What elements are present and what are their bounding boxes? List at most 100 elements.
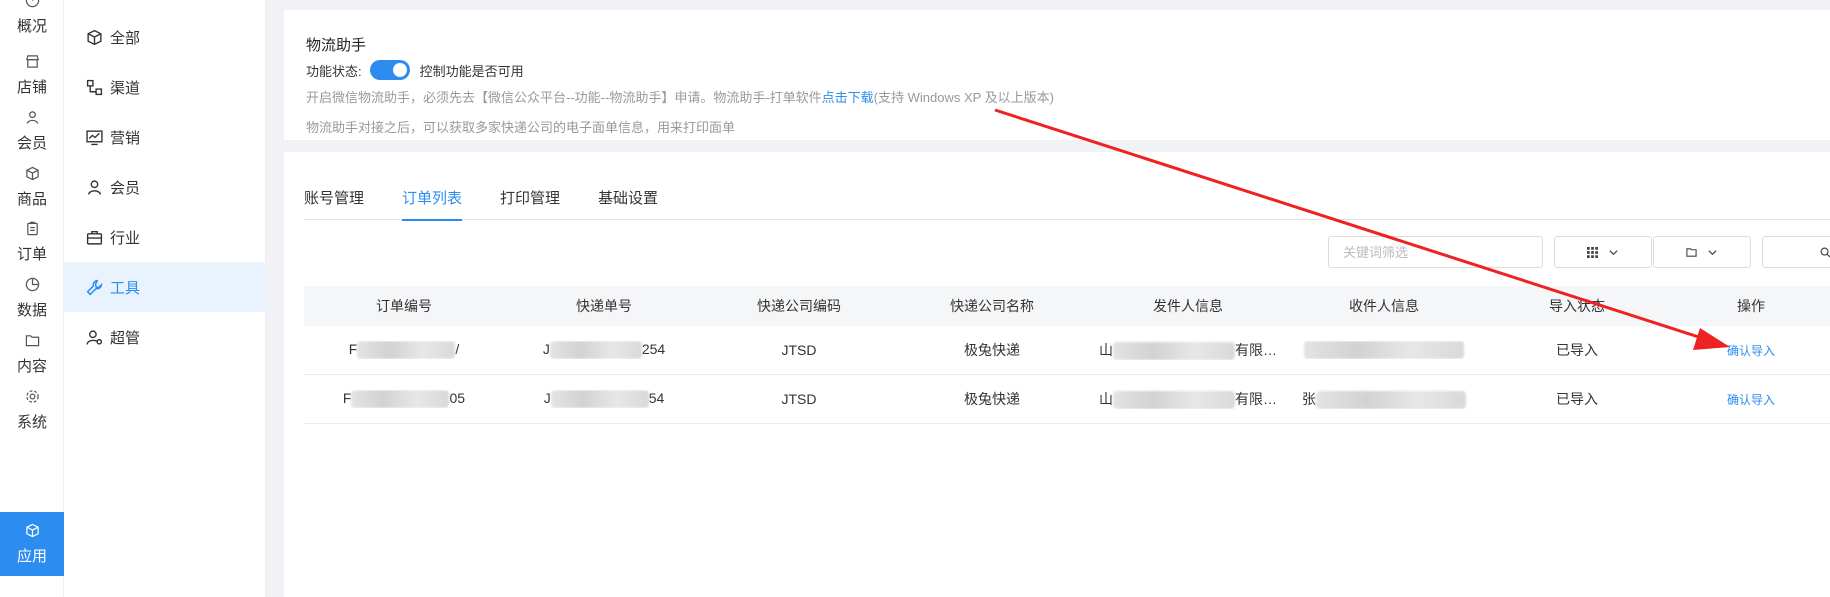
nav-item-label: 数据 <box>16 301 47 319</box>
helper-description: 开启微信物流助手，必须先去【微信公众平台--功能--物流助手】申请。物流助手-打… <box>306 87 1054 106</box>
keyword-filter-input[interactable] <box>1328 236 1543 268</box>
redacted-blur <box>351 390 450 409</box>
order-number-cell: F 05 <box>304 390 504 409</box>
company-code-cell: JTSD <box>781 391 817 407</box>
nav-item-system[interactable]: 系统 <box>0 378 64 442</box>
nav-item-label: 内容 <box>16 357 47 375</box>
import-status-cell: 已导入 <box>1556 342 1598 358</box>
search-button[interactable] <box>1762 236 1830 268</box>
nav-item-label: 会员 <box>16 134 47 152</box>
briefcase-icon <box>84 227 104 247</box>
action-cell: 确认导入 <box>1672 342 1830 359</box>
nav-item-label: 应用 <box>16 547 47 565</box>
tab-settings[interactable]: 基础设置 <box>598 188 658 220</box>
grid-view-dropdown[interactable] <box>1554 236 1652 268</box>
tab-account[interactable]: 账号管理 <box>304 188 364 220</box>
company-code-cell: JTSD <box>781 342 817 358</box>
redacted-blur <box>1304 341 1464 360</box>
toggle-description: 控制功能是否可用 <box>419 63 524 79</box>
page-title: 物流助手 <box>306 37 367 54</box>
subnav-item-label: 会员 <box>110 179 141 197</box>
subnav-item-label: 营销 <box>110 129 141 147</box>
subnav-item-all[interactable]: 全部 <box>64 12 266 62</box>
nav-item-apps[interactable]: 应用 <box>0 512 64 576</box>
subnav-item-label: 渠道 <box>110 79 141 97</box>
confirm-import-link[interactable]: 确认导入 <box>1727 344 1775 358</box>
redacted-blur <box>1113 391 1235 410</box>
column-header: 导入状态 <box>1549 298 1605 314</box>
logistics-helper-card: 物流助手 功能状态: 控制功能是否可用 开启微信物流助手，必须先去【微信公众平台… <box>284 10 1830 140</box>
column-header: 快递公司编码 <box>757 298 841 314</box>
user-icon <box>24 110 40 126</box>
redacted-blur <box>1113 342 1235 361</box>
receiver-info-cell: 张 <box>1286 389 1482 410</box>
column-header: 快递单号 <box>576 298 632 314</box>
subnav-item-label: 行业 <box>110 229 141 247</box>
subnav-item-label: 超管 <box>110 329 141 347</box>
tab-order-list[interactable]: 订单列表 <box>402 188 463 221</box>
helper-description-secondary: 物流助手对接之后，可以获取多家快递公司的电子面单信息，用来打印面单 <box>306 120 736 135</box>
table-row: F / J 254 JTSD 极兔快递 山有限… 已导入 确认导入 <box>304 326 1830 375</box>
nav-item-order[interactable]: 订单 <box>0 210 64 274</box>
redacted-blur <box>1316 391 1466 410</box>
nav-item-store[interactable]: 店铺 <box>0 43 64 107</box>
chart-monitor-icon <box>84 127 104 147</box>
box-icon <box>24 166 40 182</box>
status-label: 功能状态: <box>306 63 362 79</box>
tab-print[interactable]: 打印管理 <box>500 188 560 220</box>
subnav-item-channel[interactable]: 渠道 <box>64 62 266 112</box>
nav-item-overview[interactable]: 概况 <box>0 0 64 46</box>
dashboard-icon <box>24 0 40 9</box>
nav-item-content[interactable]: 内容 <box>0 322 64 386</box>
admin-user-icon <box>84 327 104 347</box>
import-status-cell: 已导入 <box>1556 391 1598 407</box>
column-header: 快递公司名称 <box>950 298 1034 314</box>
user-icon <box>84 177 104 197</box>
order-number-cell: F / <box>304 341 504 360</box>
tracking-number-cell: J 54 <box>504 390 704 409</box>
table-header: 订单编号 快递单号 快递公司编码 快递公司名称 发件人信息 收件人信息 导入状态… <box>304 286 1830 326</box>
subnav-item-industry[interactable]: 行业 <box>64 212 266 262</box>
subnav-item-label: 全部 <box>110 29 141 47</box>
sender-info-cell: 山有限… <box>1090 340 1286 361</box>
tracking-number-cell: J 254 <box>504 341 704 360</box>
search-icon <box>1820 247 1830 258</box>
chevron-down-icon <box>1609 249 1618 255</box>
folder-dropdown[interactable] <box>1653 236 1751 268</box>
redacted-blur <box>357 341 456 360</box>
feature-toggle[interactable] <box>369 60 410 80</box>
subnav-item-tools[interactable]: 工具 <box>64 262 266 312</box>
nav-item-label: 店铺 <box>16 78 47 96</box>
receiver-info-cell <box>1286 341 1482 360</box>
wrench-icon <box>84 277 104 297</box>
subnav-item-member[interactable]: 会员 <box>64 162 266 212</box>
nav-item-member[interactable]: 会员 <box>0 99 64 163</box>
column-header: 发件人信息 <box>1153 298 1223 314</box>
action-cell: 确认导入 <box>1672 391 1830 408</box>
company-name-cell: 极兔快递 <box>964 342 1020 358</box>
column-header: 订单编号 <box>376 298 432 314</box>
confirm-import-link[interactable]: 确认导入 <box>1727 393 1775 407</box>
pie-chart-icon <box>24 277 40 293</box>
subnav-item-superadmin[interactable]: 超管 <box>64 312 266 362</box>
gear-icon <box>24 389 40 405</box>
download-link[interactable]: 点击下载 <box>822 90 874 105</box>
column-header: 操作 <box>1737 298 1765 314</box>
channel-icon <box>84 77 104 97</box>
description-text: 开启微信物流助手，必须先去【微信公众平台--功能--物流助手】申请。物流助手-打… <box>306 90 822 105</box>
nav-item-data[interactable]: 数据 <box>0 266 64 330</box>
description-suffix: (支持 Windows XP 及以上版本) <box>873 90 1055 105</box>
nav-item-label: 订单 <box>16 245 47 263</box>
table-row: F 05 J 54 JTSD 极兔快递 山有限… 张 已导入 确认导入 <box>304 375 1830 424</box>
store-icon <box>24 54 40 70</box>
subnav-item-marketing[interactable]: 营销 <box>64 112 266 162</box>
company-name-cell: 极兔快递 <box>964 391 1020 407</box>
nav-item-label: 系统 <box>16 413 47 431</box>
subnav-item-label: 工具 <box>110 279 141 297</box>
redacted-blur <box>549 341 642 360</box>
primary-nav: 概况 店铺 会员 商品 订单 数据 内容 系统 应用 <box>0 0 64 597</box>
folder-icon <box>24 333 40 349</box>
secondary-nav: 全部 渠道 营销 会员 行业 工具 超管 <box>64 0 266 597</box>
chevron-down-icon <box>1708 249 1717 255</box>
nav-item-label: 概况 <box>16 17 47 35</box>
